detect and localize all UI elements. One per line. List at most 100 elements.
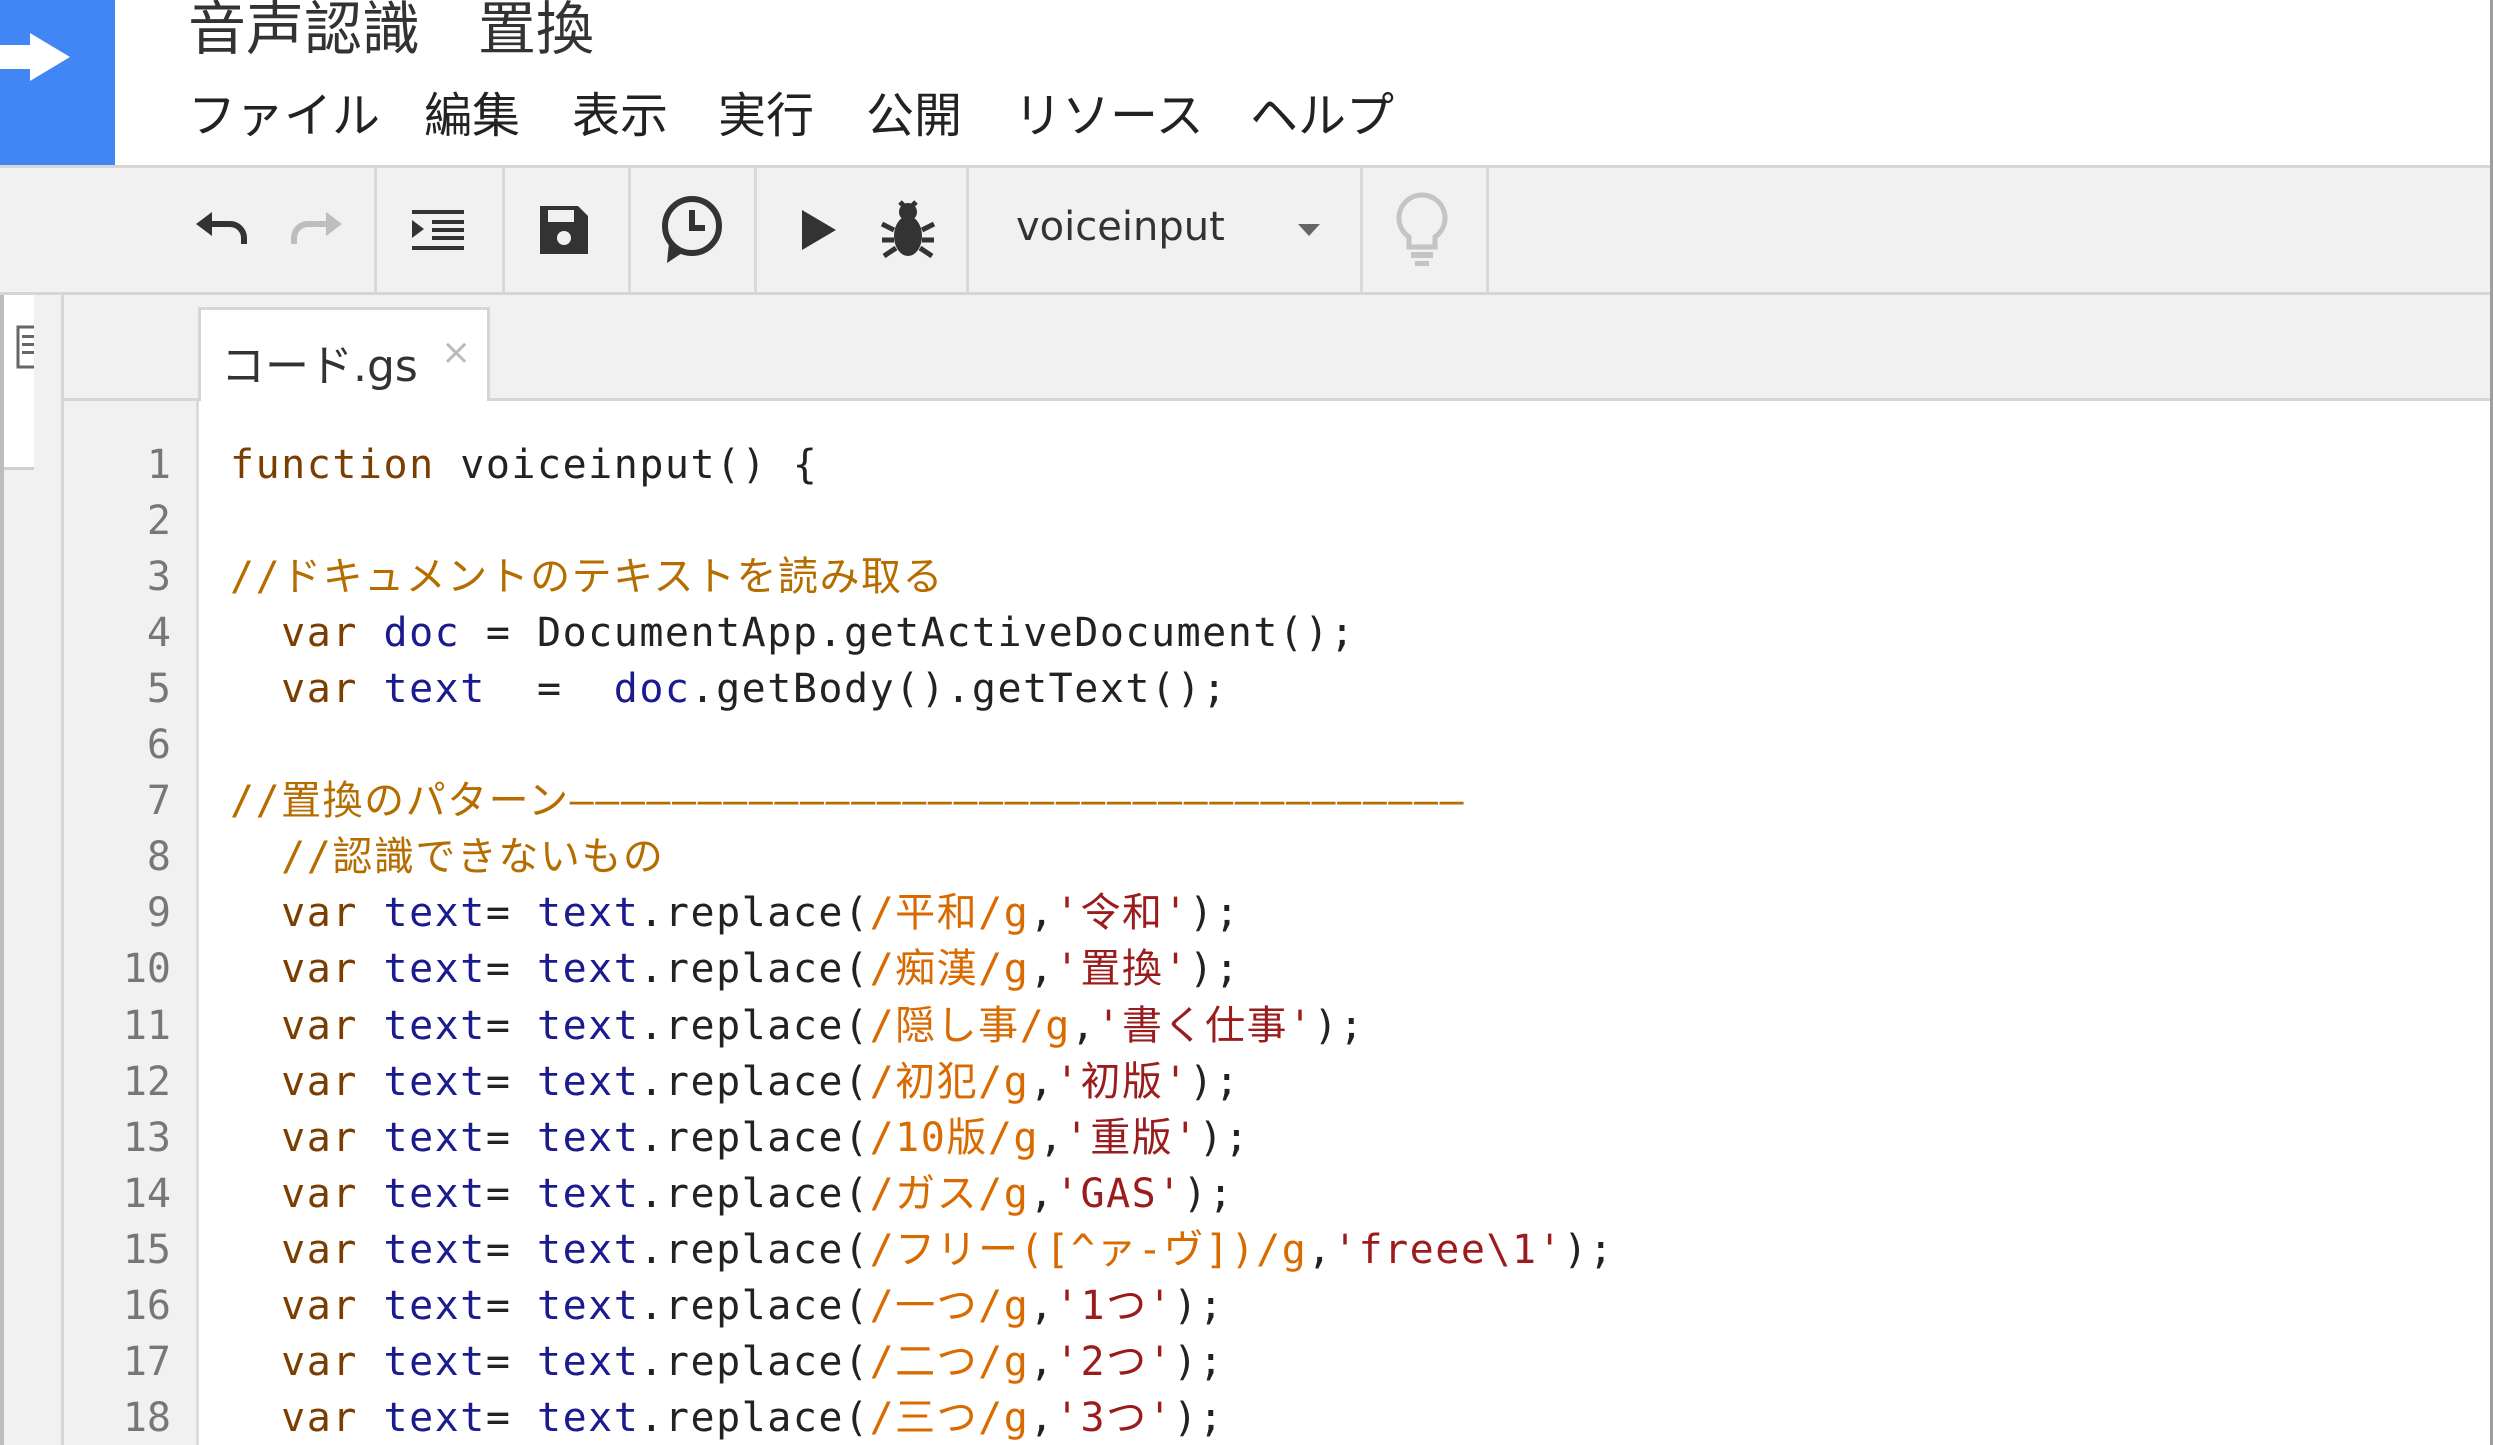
tab-code-gs[interactable]: コード.gs × [198, 307, 490, 401]
code-token: /隠し事/g [869, 1003, 1071, 1049]
code-line[interactable]: var text= text.replace(/一つ/g,'1つ'); [230, 1278, 1224, 1334]
code-token: var [281, 1395, 358, 1441]
line-number: 1 [146, 442, 171, 488]
code-line[interactable]: var text= text.replace(/10版/g,'重版'); [230, 1110, 1250, 1166]
line-number: 16 [122, 1283, 171, 1329]
code-token: = [485, 1171, 538, 1217]
code-line[interactable]: //ドキュメントのテキストを読み取る [230, 549, 944, 605]
debug-button[interactable] [868, 190, 948, 270]
code-token: text [537, 1339, 640, 1385]
code-token: var [281, 1339, 358, 1385]
menu-run[interactable]: 実行 [718, 86, 814, 146]
code-line[interactable]: var text= text.replace(/三つ/g,'3つ'); [230, 1390, 1224, 1445]
code-token: , [1307, 1227, 1333, 1273]
code-token: text [537, 1227, 640, 1273]
line-number: 17 [122, 1339, 171, 1385]
code-token: = [485, 1283, 538, 1329]
line-number: 12 [122, 1059, 171, 1105]
code-token: , [1029, 1171, 1055, 1217]
code-token: text [537, 1283, 640, 1329]
code-line[interactable]: var text = doc.getBody().getText(); [230, 661, 1228, 717]
code-token: text [537, 1003, 640, 1049]
project-title[interactable]: 音声認識 置換 [188, 0, 594, 64]
arrow-right-icon [0, 33, 70, 81]
code-token: /ガス/g [869, 1171, 1030, 1217]
code-token: /平和/g [869, 890, 1030, 936]
code-line[interactable]: var text= text.replace(/ガス/g,'GAS'); [230, 1166, 1234, 1222]
code-line[interactable]: var doc = DocumentApp.getActiveDocument(… [230, 605, 1356, 661]
file-panel-toggle[interactable] [4, 295, 38, 470]
panel-divider[interactable] [34, 295, 64, 1445]
menu-file[interactable]: ファイル [188, 86, 380, 146]
code-token: text [383, 1115, 486, 1161]
lightbulb-icon [1396, 192, 1448, 266]
code-token: .replace( [639, 1395, 870, 1441]
code-line[interactable]: //認識できないもの [230, 829, 664, 885]
code-token: = [485, 1115, 538, 1161]
code-token: ); [1173, 1339, 1225, 1385]
apps-script-editor-window: 音声認識 置換 ファイル 編集 表示 実行 公開 リソース ヘルプ voicei… [0, 0, 2493, 1445]
toolbar-separator [754, 168, 757, 292]
code-token: 'GAS' [1054, 1171, 1183, 1217]
menu-view[interactable]: 表示 [572, 86, 668, 146]
code-line[interactable]: var text= text.replace(/初犯/g,'初版'); [230, 1054, 1240, 1110]
code-token: text [383, 1059, 486, 1105]
code-token: text [537, 1115, 640, 1161]
menu-help[interactable]: ヘルプ [1250, 86, 1394, 146]
code-token: voiceinput() { [434, 442, 819, 488]
code-token: //認識できないもの [230, 834, 665, 880]
code-token: '重版' [1064, 1115, 1199, 1161]
code-line[interactable]: var text= text.replace(/平和/g,'令和'); [230, 885, 1240, 941]
save-button[interactable] [524, 190, 604, 270]
code-token: doc [383, 610, 461, 656]
toolbar-separator [628, 168, 631, 292]
code-token: '1つ' [1054, 1283, 1174, 1329]
code-token: ); [1189, 1059, 1241, 1105]
code-line[interactable]: //置換のパターン———————————————————————————————… [230, 773, 1465, 829]
code-token: .getBody().getText(); [690, 666, 1228, 712]
function-select[interactable]: voiceinput [972, 168, 1360, 292]
redo-button[interactable] [276, 190, 356, 270]
code-token: '初版' [1054, 1059, 1190, 1105]
tip-button[interactable] [1382, 190, 1462, 270]
triggers-button[interactable] [652, 190, 732, 270]
tab-label: コード.gs [221, 341, 418, 392]
code-line[interactable]: function voiceinput() { [230, 437, 818, 493]
indent-button[interactable] [398, 190, 478, 270]
apps-script-logo[interactable] [0, 0, 115, 165]
code-token: //ドキュメントのテキストを読み取る [230, 554, 944, 600]
code-token: text [537, 1059, 640, 1105]
code-token: text [383, 1227, 486, 1273]
code-line[interactable]: var text= text.replace(/二つ/g,'2つ'); [230, 1334, 1224, 1390]
undo-button[interactable] [182, 190, 262, 270]
code-token: .replace( [639, 1339, 870, 1385]
line-number: 3 [146, 554, 171, 600]
code-token: '書く仕事' [1096, 1003, 1314, 1049]
code-token: , [1070, 1003, 1097, 1049]
undo-icon [196, 212, 247, 244]
code-token: /フリー([^ァ-ヴ])/g [869, 1227, 1308, 1273]
close-icon[interactable]: × [441, 332, 471, 373]
toolbar-separator [1486, 168, 1489, 292]
code-line[interactable]: var text= text.replace(/痴漢/g,'置換'); [230, 941, 1240, 997]
line-number: 11 [122, 1003, 171, 1049]
menu-edit[interactable]: 編集 [424, 86, 520, 146]
toolbar-separator [502, 168, 505, 292]
run-button[interactable] [778, 190, 858, 270]
code-line[interactable]: var text= text.replace(/フリー([^ァ-ヴ])/g,'f… [230, 1222, 1614, 1278]
code-token: var [281, 1227, 358, 1273]
code-line[interactable]: var text= text.replace(/隠し事/g,'書く仕事'); [230, 998, 1365, 1054]
code-token: = [485, 1339, 538, 1385]
menu-resources[interactable]: リソース [1014, 86, 1204, 146]
line-number: 4 [146, 610, 171, 656]
menu-publish[interactable]: 公開 [866, 86, 962, 146]
